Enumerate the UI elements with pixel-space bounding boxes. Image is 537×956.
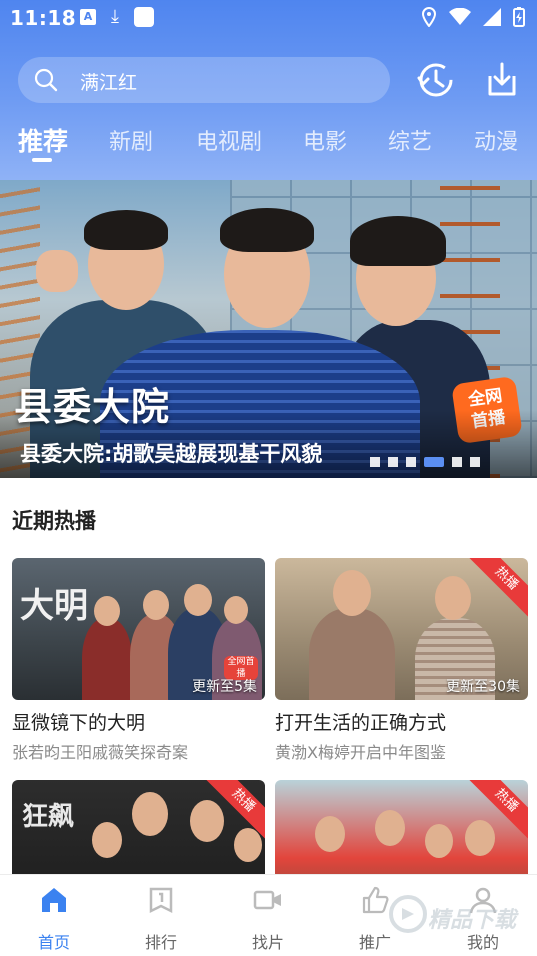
history-icon[interactable] [416, 60, 456, 100]
tab-tv-series[interactable]: 电视剧 [196, 124, 262, 156]
status-bar: 11:18 A ⤓ [0, 0, 537, 38]
watermark-logo: 精品下载 [388, 890, 533, 940]
show-card[interactable]: 热播 更新至30集 打开生活的正确方式 黄渤X梅婷开启中年图鉴 [275, 558, 528, 768]
signal-icon [483, 8, 501, 26]
banner-caption: 县委大院:胡歌吴越展现基干风貌 [20, 442, 323, 466]
status-time: 11:18 [10, 6, 77, 30]
pointing-hand [36, 250, 78, 292]
download-icon[interactable] [482, 60, 522, 100]
location-icon [421, 7, 437, 27]
video-camera-icon [253, 890, 281, 910]
category-tabs: 推荐 新剧 电视剧 电影 综艺 动漫 [0, 118, 537, 168]
hero-banner[interactable]: 全网 首播 县委大院 县委大院:胡歌吴越展现基干风貌 [0, 180, 537, 478]
show-card[interactable]: 热播 [275, 780, 528, 922]
show-subtitle: 张若昀王阳戚薇笑探奇案 [12, 743, 189, 762]
nav-ranking[interactable]: 排行 [126, 885, 196, 953]
carousel-dot[interactable] [388, 457, 398, 467]
download-status-icon: ⤓ [111, 6, 119, 27]
ranking-icon [149, 887, 173, 914]
show-thumbnail: 热播 更新至30集 [275, 558, 528, 700]
show-card[interactable]: 狂飙 热播 [12, 780, 265, 922]
app-screen: 11:18 A ⤓ 满江红 推荐 新剧 电视剧 电影 综艺 动漫 全网 县委大院… [0, 0, 537, 956]
wifi-icon [449, 8, 471, 25]
tab-recommend[interactable]: 推荐 [18, 122, 68, 158]
header: 11:18 A ⤓ 满江红 推荐 新剧 电视剧 电影 综艺 动漫 [0, 0, 537, 180]
carousel-indicator [370, 457, 480, 467]
carousel-dot[interactable] [470, 457, 480, 467]
keyboard-badge-icon: A [80, 9, 96, 25]
tab-new-drama[interactable]: 新剧 [109, 124, 153, 156]
show-title: 显微镜下的大明 [12, 712, 146, 734]
episode-label: 更新至30集 [446, 679, 520, 695]
show-card[interactable]: 大明 全网首播 更新至5集 显微镜下的大明 张若昀王阳戚薇笑探奇案 [12, 558, 265, 768]
carousel-dot-active[interactable] [424, 457, 444, 467]
nav-find[interactable]: 找片 [233, 885, 303, 953]
tab-indicator [32, 158, 52, 162]
carousel-dot[interactable] [406, 457, 416, 467]
app-status-icon [134, 7, 154, 27]
thumbs-up-icon [362, 886, 389, 914]
search-input[interactable]: 满江红 [80, 68, 137, 95]
tab-variety[interactable]: 综艺 [388, 124, 432, 156]
tab-anime[interactable]: 动漫 [474, 124, 518, 156]
show-thumbnail: 大明 全网首播 更新至5集 [12, 558, 265, 700]
battery-icon [513, 7, 525, 27]
show-title: 打开生活的正确方式 [275, 712, 447, 734]
hot-ribbon: 热播 [468, 558, 528, 617]
tab-movies[interactable]: 电影 [303, 124, 347, 156]
home-icon [42, 888, 66, 912]
carousel-dot[interactable] [370, 457, 380, 467]
search-bar[interactable]: 满江红 [18, 57, 390, 103]
show-subtitle: 黄渤X梅婷开启中年图鉴 [275, 743, 446, 762]
episode-label: 更新至5集 [192, 679, 257, 695]
nav-home[interactable]: 首页 [19, 885, 89, 953]
section-title: 近期热播 [12, 509, 96, 533]
banner-overlay-title: 县委大院 [14, 385, 171, 429]
search-icon [34, 68, 58, 92]
carousel-dot[interactable] [452, 457, 462, 467]
watermark-icon [389, 895, 427, 933]
